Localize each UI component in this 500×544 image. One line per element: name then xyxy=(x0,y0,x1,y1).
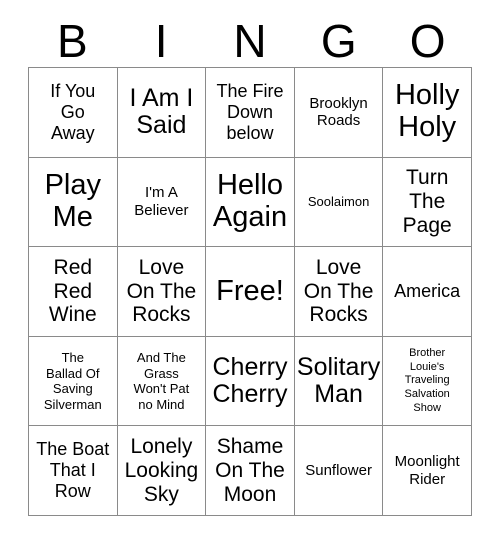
bingo-cell[interactable]: Sunflower xyxy=(294,426,384,516)
bingo-cell[interactable]: Cherry Cherry xyxy=(206,336,295,427)
header-letter-n: N xyxy=(233,14,267,67)
bingo-cell-label: I'm A Believer xyxy=(134,184,189,219)
bingo-cell[interactable]: America xyxy=(383,247,472,337)
bingo-cell-label: The Ballad Of Saving Silverman xyxy=(43,349,102,412)
bingo-cell[interactable]: Solitary Man xyxy=(294,336,384,427)
bingo-cell[interactable]: Hello Again xyxy=(206,157,295,248)
bingo-cell-label: Love On The Rocks xyxy=(303,255,374,327)
bingo-cell-free-space[interactable]: Free! xyxy=(206,247,295,337)
bingo-cell[interactable]: I'm A Believer xyxy=(117,157,207,248)
bingo-cell[interactable]: Red Red Wine xyxy=(29,247,118,337)
bingo-cell[interactable]: I Am I Said xyxy=(117,68,207,158)
bingo-cell-label: Moonlight Rider xyxy=(394,453,460,488)
bingo-cell-label: Soolaimon xyxy=(307,194,370,210)
header-letter-o: O xyxy=(409,14,446,67)
bingo-cell[interactable]: The Ballad Of Saving Silverman xyxy=(29,336,118,427)
bingo-cell[interactable]: Brooklyn Roads xyxy=(294,68,384,158)
bingo-cell-label: Love On The Rocks xyxy=(126,255,197,327)
bingo-cell-label: If You Go Away xyxy=(50,80,96,143)
bingo-cell-label: Solitary Man xyxy=(296,352,381,409)
bingo-cell-label: Holly Holy xyxy=(394,79,460,144)
bingo-cell-label: Hello Again xyxy=(212,169,288,233)
bingo-cell-label: America xyxy=(394,281,461,302)
bingo-cell[interactable]: The Fire Down below xyxy=(206,68,295,158)
header-letter-b: B xyxy=(57,14,88,67)
bingo-cell[interactable]: If You Go Away xyxy=(29,68,118,158)
bingo-cell[interactable]: The Boat That I Row xyxy=(29,426,118,516)
bingo-cell[interactable]: Soolaimon xyxy=(294,157,384,248)
bingo-cell-label: Cherry Cherry xyxy=(212,352,288,409)
bingo-cell[interactable]: Holly Holy xyxy=(383,68,472,158)
bingo-cell-label: Brother Louie's Traveling Salvation Show xyxy=(404,347,450,414)
bingo-cell-label: Lonely Looking Sky xyxy=(124,434,199,506)
bingo-cell-label: Brooklyn Roads xyxy=(309,94,368,130)
bingo-header: B I N G O xyxy=(28,14,472,67)
bingo-cell-label: I Am I Said xyxy=(129,83,194,140)
bingo-cell-label: Red Red Wine xyxy=(48,255,97,327)
bingo-cell-label: Turn The Page xyxy=(402,165,452,237)
bingo-cell-label: And The Grass Won't Pat no Mind xyxy=(133,349,190,412)
header-letter-i: I xyxy=(154,14,168,67)
bingo-cell[interactable]: Play Me xyxy=(29,157,118,248)
bingo-cell-label: Play Me xyxy=(44,169,101,233)
bingo-cell-label: Free! xyxy=(216,274,284,307)
header-letter-g: G xyxy=(320,14,357,67)
bingo-cell[interactable]: Love On The Rocks xyxy=(117,247,207,337)
bingo-cell[interactable]: Brother Louie's Traveling Salvation Show xyxy=(383,336,472,427)
bingo-cell-label: Sunflower xyxy=(305,461,372,479)
bingo-cell[interactable]: Turn The Page xyxy=(383,157,472,248)
bingo-cell-label: The Fire Down below xyxy=(216,80,284,143)
bingo-cell[interactable]: Shame On The Moon xyxy=(206,426,295,516)
bingo-cell-label: The Boat That I Row xyxy=(36,439,110,502)
bingo-cell[interactable]: Love On The Rocks xyxy=(294,247,384,337)
bingo-card: B I N G O If You Go Away I Am I Said The… xyxy=(0,0,500,544)
bingo-cell[interactable]: Lonely Looking Sky xyxy=(117,426,207,516)
bingo-cell[interactable]: Moonlight Rider xyxy=(383,426,472,516)
bingo-cell[interactable]: And The Grass Won't Pat no Mind xyxy=(117,336,207,427)
bingo-grid: If You Go Away I Am I Said The Fire Down… xyxy=(28,67,472,516)
bingo-cell-label: Shame On The Moon xyxy=(215,434,285,506)
